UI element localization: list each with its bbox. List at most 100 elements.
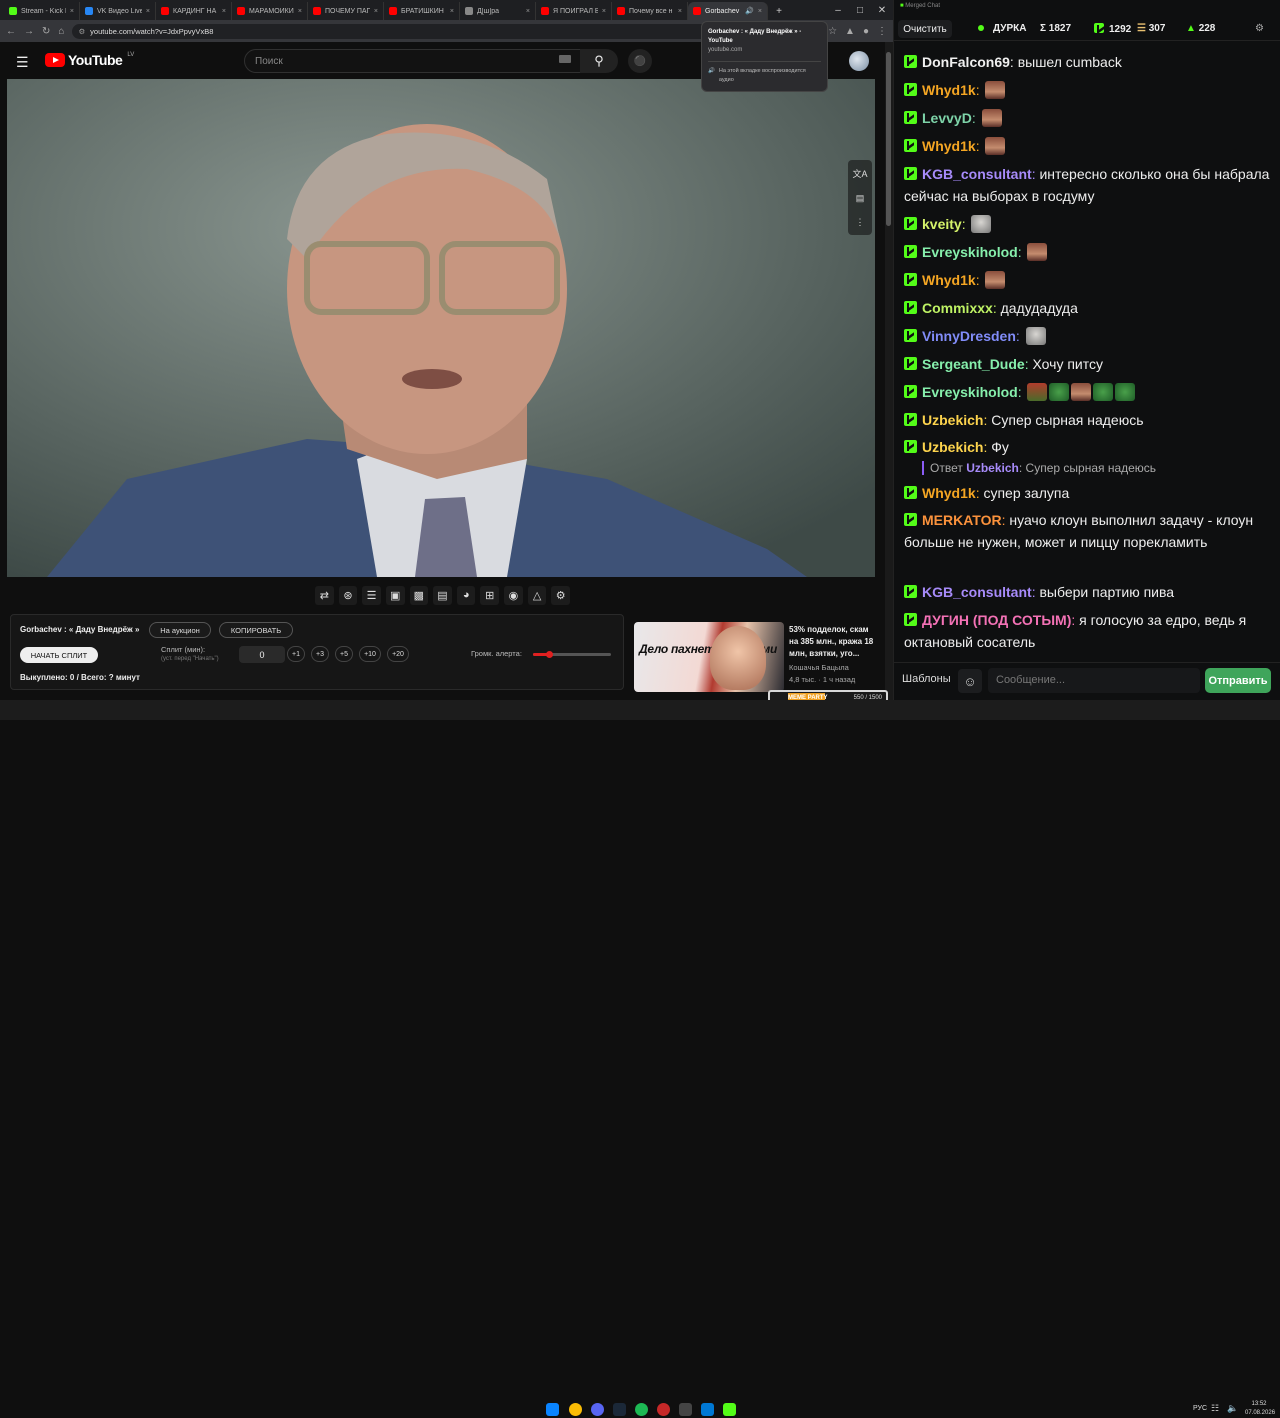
alert-volume-slider[interactable] xyxy=(533,651,611,658)
forward-icon[interactable]: → xyxy=(24,26,34,37)
browser-tab[interactable]: Почему все н × xyxy=(612,2,688,20)
url-field[interactable]: ⚙ youtube.com/watch?v=JdxPpvyVxB8 xyxy=(72,23,789,39)
face-emote-icon[interactable] xyxy=(981,109,1002,127)
tab-close-icon[interactable]: × xyxy=(222,8,226,15)
chat-username[interactable]: Whyd1k xyxy=(922,82,976,98)
chat-username[interactable]: Whyd1k xyxy=(922,272,976,288)
flask-icon[interactable]: △ xyxy=(527,585,547,605)
translate-icon[interactable]: 文A xyxy=(852,167,867,180)
tab-close-icon[interactable]: × xyxy=(374,8,378,15)
voice-search-button[interactable]: ⚫ xyxy=(628,49,652,73)
loop-icon[interactable]: ⇄ xyxy=(314,585,334,605)
copy-button[interactable]: КОПИРОВАТЬ xyxy=(219,622,293,638)
bookmark-star-icon[interactable]: ☆ xyxy=(828,26,837,37)
video-player[interactable] xyxy=(7,79,875,577)
chat-username[interactable]: MERKATOR xyxy=(922,512,1002,528)
face-emote-icon[interactable] xyxy=(985,81,1006,99)
kick-icon[interactable] xyxy=(723,1403,736,1416)
face-emote-icon[interactable] xyxy=(985,271,1006,289)
tab-close-icon[interactable]: × xyxy=(526,8,530,15)
chat-username[interactable]: KGB_consultant xyxy=(922,584,1032,600)
browser-tab[interactable]: Я ПОИГРАЛ В × xyxy=(536,2,612,20)
chat-username[interactable]: Sergeant_Dude xyxy=(922,356,1025,372)
tab-close-icon[interactable]: × xyxy=(146,8,150,15)
reply-user[interactable]: Uzbekich xyxy=(966,461,1019,475)
start-icon[interactable] xyxy=(546,1403,559,1416)
maximize-icon[interactable]: □ xyxy=(849,5,871,16)
increment-button[interactable]: +1 xyxy=(287,646,305,662)
send-button[interactable]: Отправить xyxy=(1205,668,1271,693)
new-tab-icon[interactable]: + xyxy=(768,6,790,17)
browser-tab[interactable]: Д[ш]ра × xyxy=(460,2,536,20)
recommended-video-title[interactable]: 53% подделок, скам на 385 млн., кража 18… xyxy=(789,624,875,686)
discord-icon[interactable] xyxy=(591,1403,604,1416)
frog-emote-icon[interactable] xyxy=(1115,383,1136,401)
language-indicator[interactable]: РУС xyxy=(1193,1405,1207,1412)
frog-emote-icon[interactable] xyxy=(1093,383,1114,401)
message-input[interactable]: Сообщение... xyxy=(988,668,1200,693)
face-emote-icon[interactable] xyxy=(985,137,1006,155)
chrome-icon[interactable] xyxy=(569,1403,582,1416)
auction-button[interactable]: На аукцион xyxy=(149,622,211,638)
tab-close-icon[interactable]: × xyxy=(70,8,74,15)
volume-icon[interactable]: 🔈 xyxy=(1227,1403,1238,1414)
browser-tab[interactable]: БРАТИШКИН × xyxy=(384,2,460,20)
close-window-icon[interactable]: ✕ xyxy=(871,5,893,16)
chat-username[interactable]: LevvyD xyxy=(922,110,972,126)
captions-icon[interactable]: ▤ xyxy=(856,193,865,204)
clapperboard-icon[interactable]: ▣ xyxy=(385,585,405,605)
app-icon-2[interactable] xyxy=(679,1403,692,1416)
search-button[interactable]: ⚲ xyxy=(580,49,618,73)
chat-username[interactable]: ДУГИН (ПОД СОТЫМ) xyxy=(922,612,1071,628)
chat-username[interactable]: Uzbekich xyxy=(922,439,983,455)
camera-icon[interactable]: ◉ xyxy=(504,585,523,605)
tab-audio-icon[interactable]: 🔊 xyxy=(745,7,754,15)
pat-emote-icon[interactable] xyxy=(1027,383,1048,401)
chat-settings-icon[interactable]: ⚙ xyxy=(1255,23,1264,34)
chat-username[interactable]: Evreyskiholod xyxy=(922,244,1018,260)
profile-icon[interactable]: ● xyxy=(863,26,869,37)
increment-button[interactable]: +20 xyxy=(387,646,409,662)
picture-in-picture-icon[interactable]: ▩ xyxy=(409,585,429,605)
clear-chat-button[interactable]: Очистить xyxy=(898,20,952,38)
back-icon[interactable]: ← xyxy=(6,26,16,37)
spotify-icon[interactable] xyxy=(635,1403,648,1416)
browser-tab[interactable]: Stream - Kick D × xyxy=(4,2,80,20)
site-info-icon[interactable]: ⚙ xyxy=(78,27,85,36)
frog-emote-icon[interactable] xyxy=(1049,383,1070,401)
home-icon[interactable]: ⌂ xyxy=(58,26,64,37)
broadcast-icon[interactable]: ⊛ xyxy=(338,585,358,605)
extensions-icon[interactable]: ▲ xyxy=(845,26,855,37)
minimize-icon[interactable]: – xyxy=(827,5,849,16)
browser-tab[interactable]: Gorbachev 🔊 × xyxy=(688,2,768,20)
film-strip-icon[interactable]: ▤ xyxy=(433,585,452,605)
keyboard-icon[interactable] xyxy=(559,55,571,63)
browser-tab[interactable]: VK Видео Live × xyxy=(80,2,156,20)
face-emote-icon[interactable] xyxy=(1071,383,1092,401)
playlist-settings-icon[interactable]: ☰ xyxy=(362,585,381,605)
start-split-button[interactable]: НАЧАТЬ СПЛИТ xyxy=(20,647,98,663)
cat-emote-icon[interactable] xyxy=(971,215,992,233)
increment-button[interactable]: +10 xyxy=(359,646,381,662)
scrollbar-thumb[interactable] xyxy=(886,52,891,226)
face-emote-icon[interactable] xyxy=(1027,243,1048,261)
browser-tab[interactable]: КАРДИНГ НА × xyxy=(156,2,232,20)
chat-username[interactable]: Uzbekich xyxy=(922,412,983,428)
chat-username[interactable]: Evreyskiholod xyxy=(922,384,1018,400)
chat-username[interactable]: Whyd1k xyxy=(922,485,976,501)
chat-username[interactable]: KGB_consultant xyxy=(922,166,1032,182)
settings-gear-icon[interactable]: ⚙ xyxy=(551,585,571,605)
speedometer-icon[interactable]: ◕ xyxy=(456,585,476,605)
split-minutes-input[interactable]: 0 xyxy=(239,646,285,663)
menu-icon[interactable]: ☰ xyxy=(16,54,29,71)
browser-tab[interactable]: МАРАМОЙКИ × xyxy=(232,2,308,20)
browser-menu-icon[interactable]: ⋮ xyxy=(877,26,887,37)
increment-button[interactable]: +5 xyxy=(335,646,353,662)
chat-username[interactable]: Whyd1k xyxy=(922,138,976,154)
increment-button[interactable]: +3 xyxy=(311,646,329,662)
chat-username[interactable]: VinnyDresden xyxy=(922,328,1016,344)
reload-icon[interactable]: ↻ xyxy=(42,26,50,37)
more-options-icon[interactable]: ⋮ xyxy=(856,217,865,228)
tab-close-icon[interactable]: × xyxy=(678,8,682,15)
tab-close-icon[interactable]: × xyxy=(450,8,454,15)
